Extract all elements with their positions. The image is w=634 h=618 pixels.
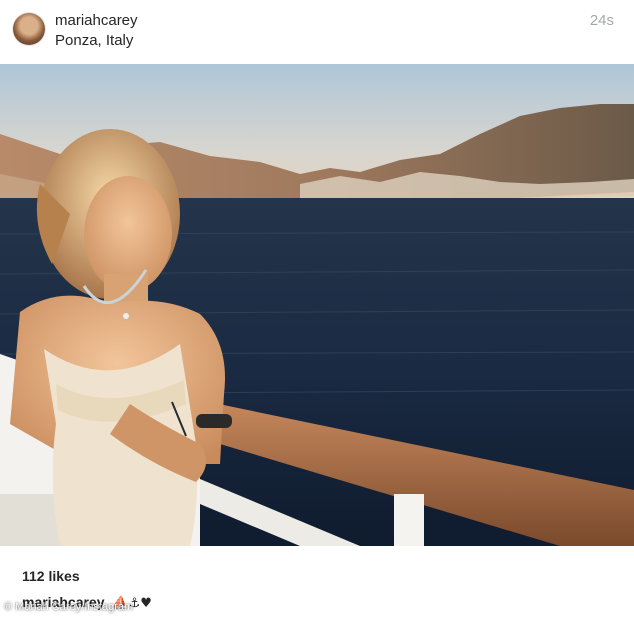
image-credit-watermark: © Mariah Carey/Instagram [4, 601, 134, 613]
post-username[interactable]: mariahcarey [55, 12, 138, 29]
profile-avatar[interactable] [13, 13, 45, 45]
post-timestamp: 24s [589, 12, 614, 29]
likes-count[interactable]: 112 likes [22, 568, 80, 584]
post-photo[interactable] [0, 64, 634, 546]
post-location[interactable]: Ponza, Italy [55, 32, 133, 49]
post-header: mariahcarey Ponza, Italy 24s [0, 0, 634, 64]
